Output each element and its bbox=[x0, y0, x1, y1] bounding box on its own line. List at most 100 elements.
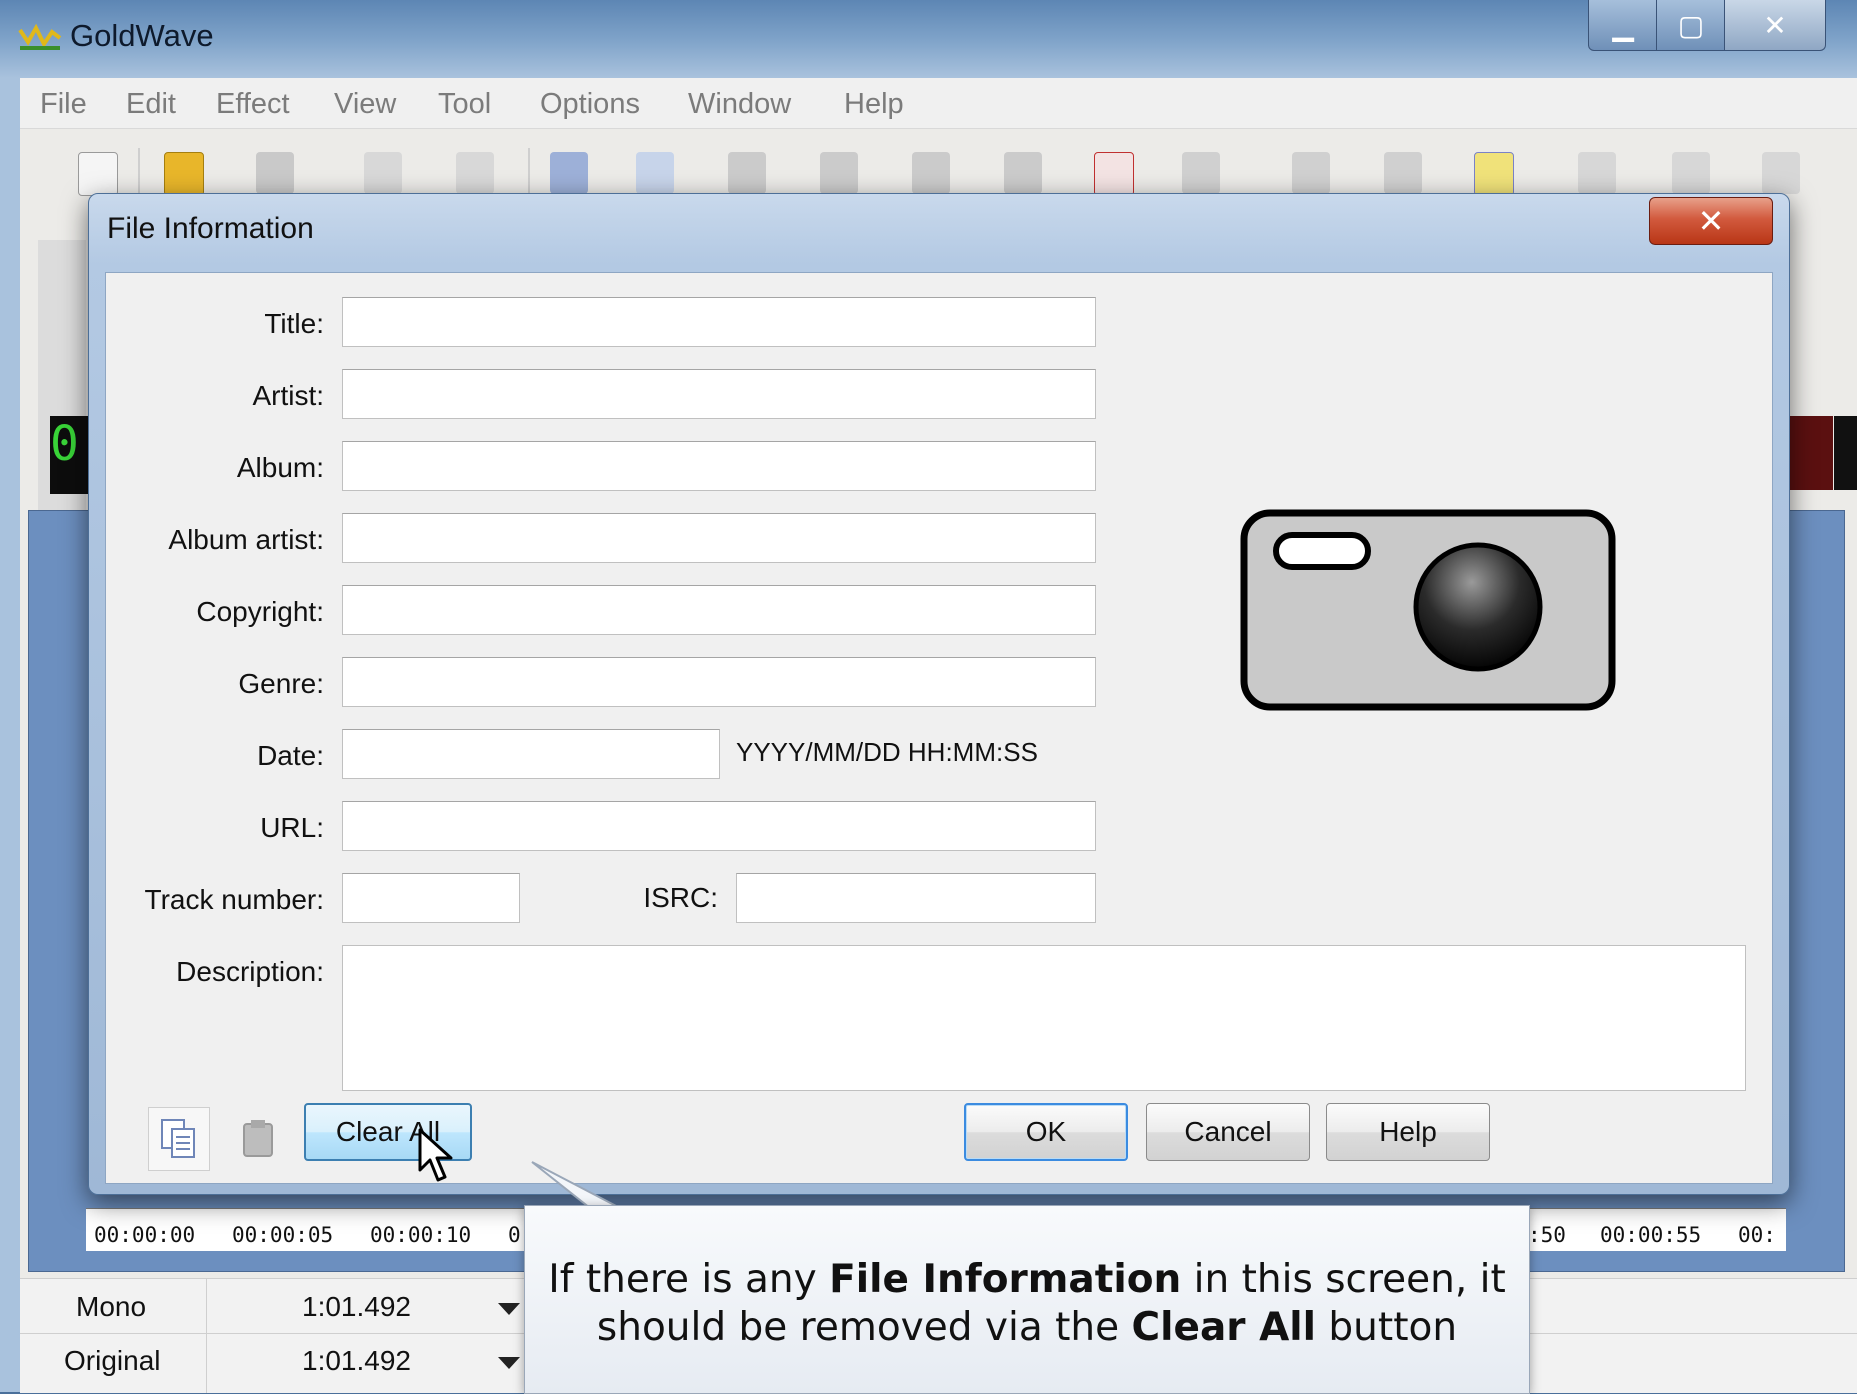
paste-icon bbox=[243, 1120, 273, 1157]
trim-icon[interactable] bbox=[1182, 152, 1220, 194]
artist-label: Artist: bbox=[252, 380, 324, 411]
date-label: Date: bbox=[257, 740, 324, 771]
date-field[interactable] bbox=[342, 729, 720, 779]
callout-text: If there is any File Information in this… bbox=[525, 1256, 1529, 1352]
save-icon[interactable] bbox=[256, 152, 294, 194]
menu-file[interactable]: File bbox=[40, 88, 87, 121]
mouse-cursor-icon bbox=[418, 1128, 453, 1182]
timeline-tick: 00:00:10 bbox=[370, 1223, 472, 1247]
zoom-in-icon[interactable] bbox=[1672, 152, 1710, 194]
maximize-icon: ▢ bbox=[1677, 9, 1705, 41]
callout-line1-post: in this screen, it bbox=[1181, 1257, 1506, 1302]
artist-field[interactable] bbox=[342, 369, 1096, 419]
title-label: Title: bbox=[264, 308, 324, 339]
time-display: 0 bbox=[50, 416, 90, 494]
copy-icon[interactable] bbox=[636, 152, 674, 194]
tutorial-callout: If there is any File Information in this… bbox=[524, 1205, 1530, 1394]
minimize-icon: ▁ bbox=[1612, 9, 1634, 41]
timeline-tick: 00: bbox=[1738, 1223, 1776, 1247]
url-field[interactable] bbox=[342, 801, 1096, 851]
track-number-field[interactable] bbox=[342, 873, 520, 923]
help-button[interactable]: Help bbox=[1326, 1103, 1490, 1161]
level-meter-edge bbox=[1834, 416, 1857, 490]
ok-button[interactable]: OK bbox=[964, 1103, 1128, 1161]
time-display-digit: 0 bbox=[50, 416, 79, 472]
new-file-icon[interactable] bbox=[78, 152, 118, 196]
redo-icon[interactable] bbox=[456, 152, 494, 194]
minimize-button[interactable]: ▁ bbox=[1588, 0, 1658, 51]
dialog-title: File Information bbox=[107, 212, 314, 245]
status-length: 1:01.492 bbox=[302, 1345, 411, 1376]
context-help-icon[interactable] bbox=[1474, 152, 1514, 196]
timeline-tick: 00:00:00 bbox=[94, 1223, 196, 1247]
copyright-field[interactable] bbox=[342, 585, 1096, 635]
select-all-icon[interactable] bbox=[1384, 152, 1422, 194]
status-divider bbox=[206, 1279, 207, 1393]
menu-options[interactable]: Options bbox=[540, 88, 640, 121]
description-field[interactable] bbox=[342, 945, 1746, 1091]
isrc-label: ISRC: bbox=[643, 882, 718, 913]
title-field[interactable] bbox=[342, 297, 1096, 347]
menu-help[interactable]: Help bbox=[844, 88, 904, 121]
copy-info-button[interactable] bbox=[148, 1107, 210, 1171]
url-label: URL: bbox=[260, 812, 324, 843]
callout-pointer bbox=[531, 1161, 621, 1209]
description-label: Description: bbox=[176, 956, 324, 987]
status-mode: Original bbox=[64, 1345, 161, 1376]
window-close-button[interactable]: ✕ bbox=[1724, 0, 1826, 51]
callout-line1-pre: If there is any bbox=[548, 1257, 830, 1302]
open-folder-icon[interactable] bbox=[164, 152, 204, 196]
file-information-dialog: File Information ✕ Title: Artist: Album:… bbox=[88, 193, 1790, 1195]
goldwave-logo-icon bbox=[18, 23, 62, 50]
callout-line2-pre: should be removed via the bbox=[596, 1305, 1132, 1350]
camera-icon[interactable] bbox=[1238, 507, 1618, 747]
paste-icon[interactable] bbox=[728, 152, 766, 194]
menu-window[interactable]: Window bbox=[688, 88, 791, 121]
copy-icon bbox=[161, 1119, 195, 1158]
paste-info-button[interactable] bbox=[228, 1107, 290, 1171]
dropdown-arrow-icon[interactable] bbox=[498, 1357, 520, 1369]
status-length: 1:01.492 bbox=[302, 1291, 411, 1322]
close-icon: ✕ bbox=[1697, 203, 1725, 239]
status-channel: Mono bbox=[76, 1291, 147, 1322]
maximize-button[interactable]: ▢ bbox=[1656, 0, 1726, 51]
genre-label: Genre: bbox=[238, 668, 324, 699]
paste-new-icon[interactable] bbox=[820, 152, 858, 194]
cancel-button[interactable]: Cancel bbox=[1146, 1103, 1310, 1161]
genre-field[interactable] bbox=[342, 657, 1096, 707]
album-label: Album: bbox=[236, 452, 324, 483]
timeline-tick: :50 bbox=[1528, 1223, 1566, 1247]
select-view-icon[interactable] bbox=[1292, 152, 1330, 194]
dialog-close-button[interactable]: ✕ bbox=[1649, 197, 1773, 245]
menu-view[interactable]: View bbox=[334, 88, 396, 121]
callout-line1-bold: File Information bbox=[829, 1257, 1182, 1302]
album-field[interactable] bbox=[342, 441, 1096, 491]
album-artist-label: Album artist: bbox=[168, 524, 324, 555]
isrc-field[interactable] bbox=[736, 873, 1096, 923]
callout-line2-post: button bbox=[1316, 1305, 1458, 1350]
timeline-tick: 00:00:55 bbox=[1600, 1223, 1702, 1247]
zoom-previous-icon[interactable] bbox=[1762, 152, 1800, 194]
date-format-hint: YYYY/MM/DD HH:MM:SS bbox=[736, 737, 1038, 767]
copyright-label: Copyright: bbox=[196, 596, 324, 627]
window-title: GoldWave bbox=[70, 18, 214, 53]
timeline-tick: 0 bbox=[508, 1223, 521, 1247]
mix-icon[interactable] bbox=[912, 152, 950, 194]
menu-tool[interactable]: Tool bbox=[438, 88, 491, 121]
undo-icon[interactable] bbox=[364, 152, 402, 194]
timeline-tick: 00:00:05 bbox=[232, 1223, 334, 1247]
track-number-label: Track number: bbox=[144, 884, 324, 915]
close-icon: ✕ bbox=[1763, 9, 1787, 41]
menu-edit[interactable]: Edit bbox=[126, 88, 176, 121]
cut-icon[interactable] bbox=[550, 152, 588, 194]
menubar: File Edit Effect View Tool Options Windo… bbox=[20, 78, 1857, 129]
menu-effect[interactable]: Effect bbox=[216, 88, 290, 121]
album-artist-field[interactable] bbox=[342, 513, 1096, 563]
delete-icon[interactable] bbox=[1094, 152, 1134, 196]
replace-icon[interactable] bbox=[1004, 152, 1042, 194]
dialog-body: Title: Artist: Album: Album artist: Copy… bbox=[105, 272, 1773, 1184]
dropdown-arrow-icon[interactable] bbox=[498, 1303, 520, 1315]
control-strip bbox=[38, 240, 86, 540]
callout-line2-bold: Clear All bbox=[1131, 1305, 1317, 1350]
zoom-icon[interactable] bbox=[1578, 152, 1616, 194]
